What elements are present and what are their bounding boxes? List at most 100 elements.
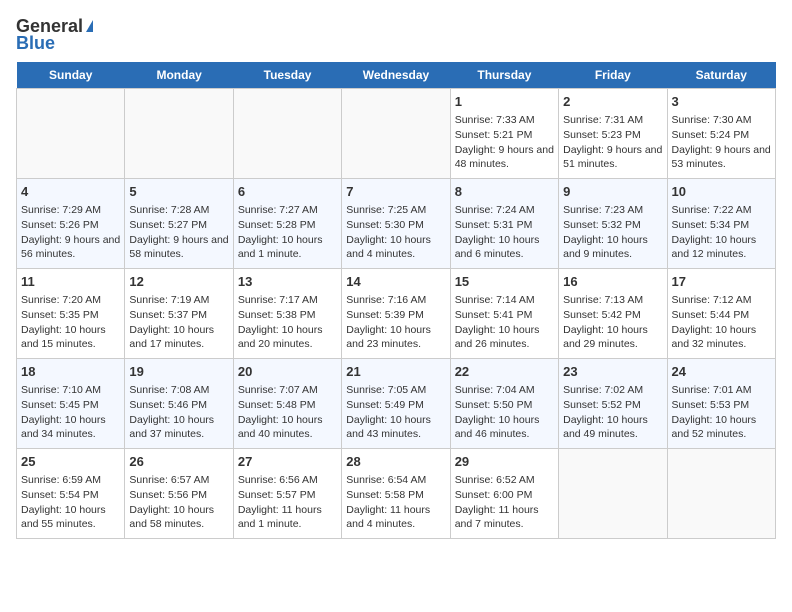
calendar-cell: 6 Sunrise: 7:27 AMSunset: 5:28 PMDaylight… (233, 179, 341, 269)
calendar-cell: 22 Sunrise: 7:04 AMSunset: 5:50 PMDayligh… (450, 359, 558, 449)
day-number: 27 (238, 453, 337, 471)
calendar-cell: 13 Sunrise: 7:17 AMSunset: 5:38 PMDayligh… (233, 269, 341, 359)
calendar-table: SundayMondayTuesdayWednesdayThursdayFrid… (16, 62, 776, 539)
day-number: 13 (238, 273, 337, 291)
day-info: Sunrise: 7:10 AMSunset: 5:45 PMDaylight:… (21, 383, 120, 442)
day-number: 28 (346, 453, 445, 471)
day-info: Sunrise: 7:33 AMSunset: 5:21 PMDaylight:… (455, 113, 554, 172)
day-number: 25 (21, 453, 120, 471)
calendar-cell: 9 Sunrise: 7:23 AMSunset: 5:32 PMDaylight… (559, 179, 667, 269)
day-header-wednesday: Wednesday (342, 62, 450, 89)
day-number: 19 (129, 363, 228, 381)
day-info: Sunrise: 7:19 AMSunset: 5:37 PMDaylight:… (129, 293, 228, 352)
day-info: Sunrise: 7:31 AMSunset: 5:23 PMDaylight:… (563, 113, 662, 172)
calendar-cell: 1 Sunrise: 7:33 AMSunset: 5:21 PMDaylight… (450, 89, 558, 179)
calendar-cell (342, 89, 450, 179)
day-header-sunday: Sunday (17, 62, 125, 89)
day-number: 17 (672, 273, 771, 291)
calendar-cell: 11 Sunrise: 7:20 AMSunset: 5:35 PMDayligh… (17, 269, 125, 359)
day-number: 29 (455, 453, 554, 471)
calendar-cell (233, 89, 341, 179)
calendar-cell: 18 Sunrise: 7:10 AMSunset: 5:45 PMDayligh… (17, 359, 125, 449)
day-info: Sunrise: 7:25 AMSunset: 5:30 PMDaylight:… (346, 203, 445, 262)
calendar-cell: 4 Sunrise: 7:29 AMSunset: 5:26 PMDaylight… (17, 179, 125, 269)
day-info: Sunrise: 7:07 AMSunset: 5:48 PMDaylight:… (238, 383, 337, 442)
day-number: 12 (129, 273, 228, 291)
calendar-cell: 12 Sunrise: 7:19 AMSunset: 5:37 PMDayligh… (125, 269, 233, 359)
calendar-cell: 5 Sunrise: 7:28 AMSunset: 5:27 PMDaylight… (125, 179, 233, 269)
calendar-cell: 27Sunrise: 6:56 AMSunset: 5:57 PMDayligh… (233, 449, 341, 539)
day-info: Sunrise: 7:16 AMSunset: 5:39 PMDaylight:… (346, 293, 445, 352)
week-row-1: 1 Sunrise: 7:33 AMSunset: 5:21 PMDaylight… (17, 89, 776, 179)
day-number: 14 (346, 273, 445, 291)
day-number: 5 (129, 183, 228, 201)
day-number: 21 (346, 363, 445, 381)
week-row-4: 18 Sunrise: 7:10 AMSunset: 5:45 PMDayligh… (17, 359, 776, 449)
calendar-cell: 23 Sunrise: 7:02 AMSunset: 5:52 PMDayligh… (559, 359, 667, 449)
day-info: Sunrise: 7:13 AMSunset: 5:42 PMDaylight:… (563, 293, 662, 352)
day-info: Sunrise: 7:20 AMSunset: 5:35 PMDaylight:… (21, 293, 120, 352)
calendar-cell: 25 Sunrise: 6:59 AMSunset: 5:54 PMDayligh… (17, 449, 125, 539)
day-header-friday: Friday (559, 62, 667, 89)
day-info: Sunrise: 7:05 AMSunset: 5:49 PMDaylight:… (346, 383, 445, 442)
calendar-cell: 20 Sunrise: 7:07 AMSunset: 5:48 PMDayligh… (233, 359, 341, 449)
calendar-cell: 26Sunrise: 6:57 AMSunset: 5:56 PMDayligh… (125, 449, 233, 539)
day-info: Sunrise: 7:29 AMSunset: 5:26 PMDaylight:… (21, 203, 120, 262)
day-number: 23 (563, 363, 662, 381)
day-info: Sunrise: 6:57 AMSunset: 5:56 PMDaylight:… (129, 473, 228, 532)
day-number: 20 (238, 363, 337, 381)
day-info: Sunrise: 7:12 AMSunset: 5:44 PMDaylight:… (672, 293, 771, 352)
day-header-thursday: Thursday (450, 62, 558, 89)
day-info: Sunrise: 7:17 AMSunset: 5:38 PMDaylight:… (238, 293, 337, 352)
day-info: Sunrise: 7:27 AMSunset: 5:28 PMDaylight:… (238, 203, 337, 262)
day-info: Sunrise: 7:30 AMSunset: 5:24 PMDaylight:… (672, 113, 771, 172)
day-number: 9 (563, 183, 662, 201)
calendar-cell (125, 89, 233, 179)
calendar-cell: 24Sunrise: 7:01 AMSunset: 5:53 PMDayligh… (667, 359, 775, 449)
day-info: Sunrise: 7:08 AMSunset: 5:46 PMDaylight:… (129, 383, 228, 442)
calendar-cell (17, 89, 125, 179)
day-number: 22 (455, 363, 554, 381)
day-number: 6 (238, 183, 337, 201)
calendar-cell: 7 Sunrise: 7:25 AMSunset: 5:30 PMDaylight… (342, 179, 450, 269)
day-info: Sunrise: 7:04 AMSunset: 5:50 PMDaylight:… (455, 383, 554, 442)
week-row-3: 11 Sunrise: 7:20 AMSunset: 5:35 PMDayligh… (17, 269, 776, 359)
day-number: 10 (672, 183, 771, 201)
calendar-cell: 8Sunrise: 7:24 AMSunset: 5:31 PMDaylight… (450, 179, 558, 269)
logo-triangle (86, 20, 93, 32)
calendar-cell: 19 Sunrise: 7:08 AMSunset: 5:46 PMDayligh… (125, 359, 233, 449)
day-number: 4 (21, 183, 120, 201)
day-number: 2 (563, 93, 662, 111)
calendar-cell: 17 Sunrise: 7:12 AMSunset: 5:44 PMDayligh… (667, 269, 775, 359)
day-number: 3 (672, 93, 771, 111)
day-header-saturday: Saturday (667, 62, 775, 89)
day-number: 7 (346, 183, 445, 201)
calendar-cell: 3 Sunrise: 7:30 AMSunset: 5:24 PMDaylight… (667, 89, 775, 179)
day-number: 11 (21, 273, 120, 291)
day-info: Sunrise: 7:28 AMSunset: 5:27 PMDaylight:… (129, 203, 228, 262)
calendar-cell: 10 Sunrise: 7:22 AMSunset: 5:34 PMDayligh… (667, 179, 775, 269)
calendar-cell: 2 Sunrise: 7:31 AMSunset: 5:23 PMDaylight… (559, 89, 667, 179)
day-info: Sunrise: 6:52 AMSunset: 6:00 PMDaylight:… (455, 473, 554, 532)
day-info: Sunrise: 7:23 AMSunset: 5:32 PMDaylight:… (563, 203, 662, 262)
day-info: Sunrise: 7:22 AMSunset: 5:34 PMDaylight:… (672, 203, 771, 262)
day-info: Sunrise: 6:54 AMSunset: 5:58 PMDaylight:… (346, 473, 445, 532)
day-info: Sunrise: 7:02 AMSunset: 5:52 PMDaylight:… (563, 383, 662, 442)
day-number: 1 (455, 93, 554, 111)
day-info: Sunrise: 7:01 AMSunset: 5:53 PMDaylight:… (672, 383, 771, 442)
logo-blue-text: Blue (16, 33, 55, 54)
day-headers-row: SundayMondayTuesdayWednesdayThursdayFrid… (17, 62, 776, 89)
week-row-5: 25 Sunrise: 6:59 AMSunset: 5:54 PMDayligh… (17, 449, 776, 539)
calendar-cell: 21 Sunrise: 7:05 AMSunset: 5:49 PMDayligh… (342, 359, 450, 449)
header: General Blue (16, 16, 776, 54)
calendar-cell: 15Sunrise: 7:14 AMSunset: 5:41 PMDayligh… (450, 269, 558, 359)
calendar-cell: 29 Sunrise: 6:52 AMSunset: 6:00 PMDayligh… (450, 449, 558, 539)
week-row-2: 4 Sunrise: 7:29 AMSunset: 5:26 PMDaylight… (17, 179, 776, 269)
day-info: Sunrise: 6:59 AMSunset: 5:54 PMDaylight:… (21, 473, 120, 532)
day-number: 18 (21, 363, 120, 381)
calendar-cell: 28 Sunrise: 6:54 AMSunset: 5:58 PMDayligh… (342, 449, 450, 539)
calendar-cell (667, 449, 775, 539)
calendar-cell: 14 Sunrise: 7:16 AMSunset: 5:39 PMDayligh… (342, 269, 450, 359)
calendar-cell (559, 449, 667, 539)
day-number: 8 (455, 183, 554, 201)
